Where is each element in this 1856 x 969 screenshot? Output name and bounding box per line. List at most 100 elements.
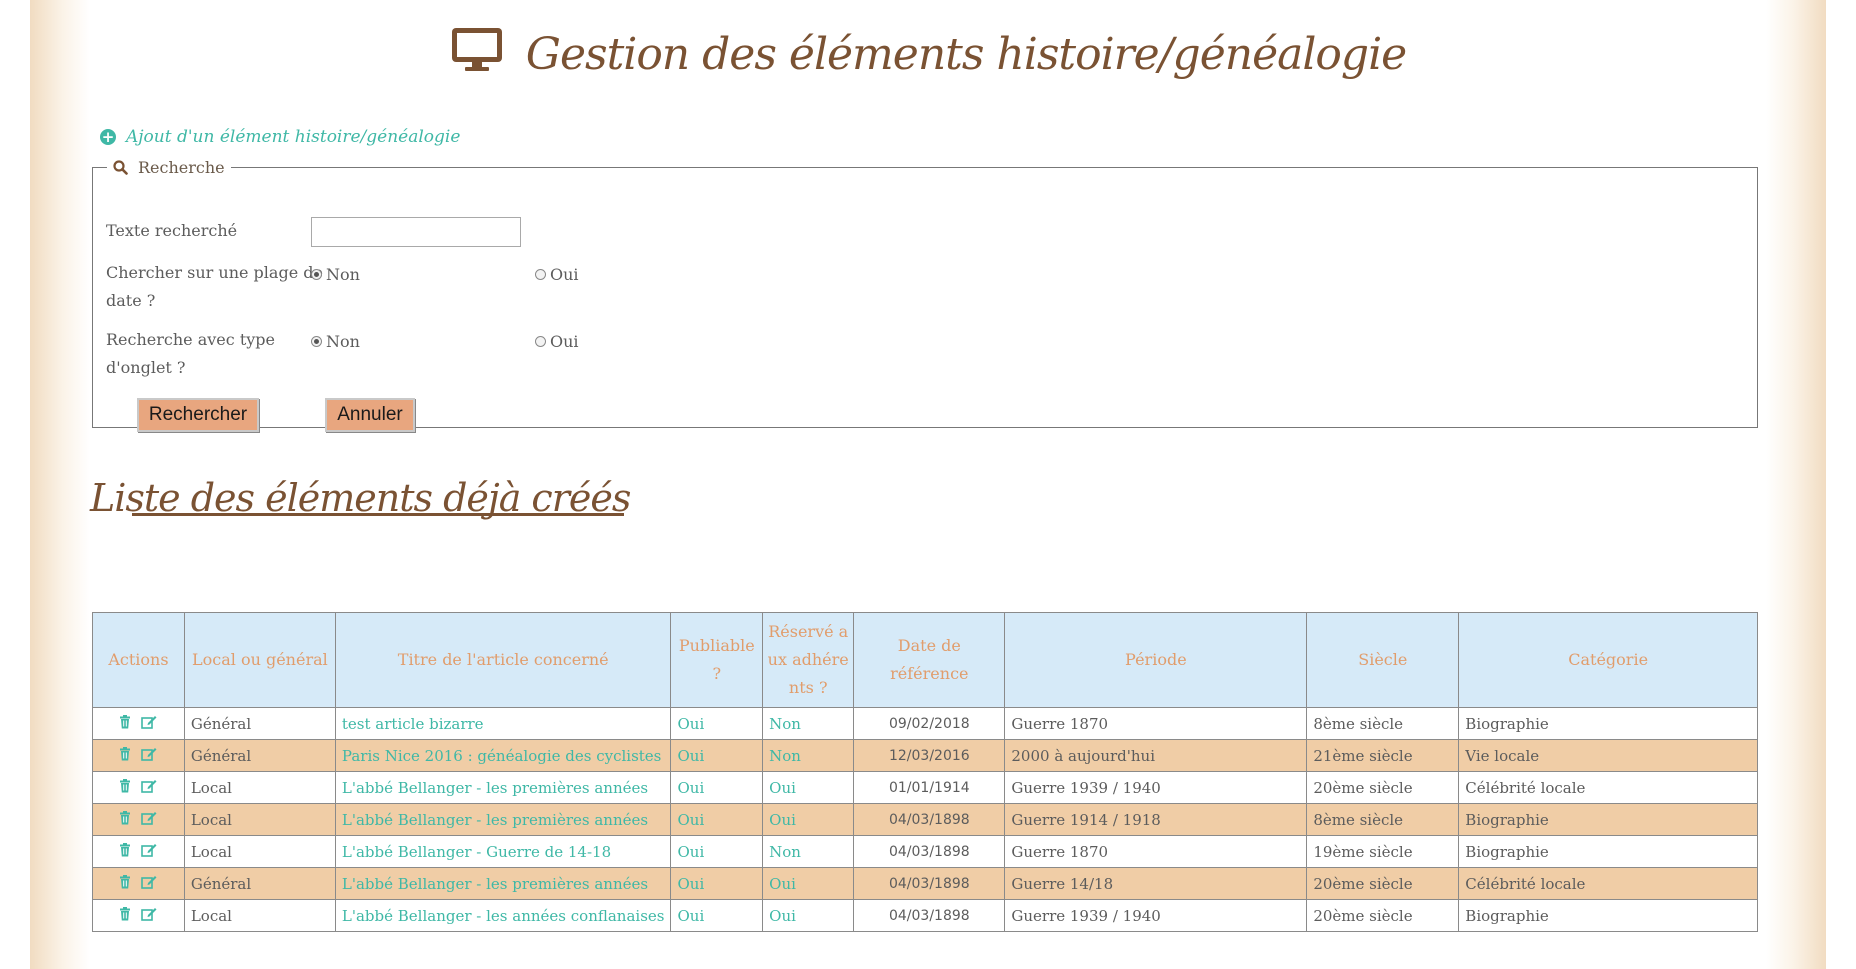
date-range-radio-yes[interactable]: Oui [535, 265, 579, 284]
trash-icon[interactable] [119, 811, 131, 829]
trash-icon[interactable] [119, 907, 131, 925]
cell-date: 01/01/1914 [853, 771, 1006, 804]
page-title-text: Gestion des éléments histoire/généalogie [525, 29, 1407, 80]
search-text-input[interactable] [311, 217, 521, 247]
cell-century: 20ème siècle [1306, 867, 1460, 900]
cell-date: 12/03/2016 [853, 739, 1006, 772]
edit-icon[interactable] [141, 747, 157, 765]
search-cancel-button[interactable]: Annuler [325, 398, 415, 432]
tab-type-radio-yes[interactable]: Oui [535, 332, 579, 351]
col-header-title: Titre de l'article concerné [334, 612, 672, 708]
cell-scope: Général [183, 739, 336, 772]
col-header-actions: Actions [92, 612, 185, 708]
cell-publishable: Oui [670, 771, 764, 804]
edit-icon[interactable] [141, 811, 157, 829]
row-actions [92, 803, 185, 836]
edit-icon[interactable] [141, 779, 157, 797]
cell-reserved: Oui [762, 899, 855, 932]
cell-period: Guerre 1914 / 1918 [1004, 803, 1308, 836]
cell-century: 19ème siècle [1306, 835, 1460, 868]
cell-publishable: Oui [670, 739, 764, 772]
edit-icon[interactable] [141, 715, 157, 733]
cell-date: 04/03/1898 [853, 867, 1006, 900]
cell-date: 04/03/1898 [853, 899, 1006, 932]
cell-scope: Général [183, 707, 336, 740]
date-range-no-label: Non [326, 265, 360, 284]
tab-type-no-label: Non [326, 332, 360, 351]
col-header-publishable: Publiable ? [670, 612, 764, 708]
col-header-category: Catégorie [1458, 612, 1758, 708]
cell-period: Guerre 1939 / 1940 [1004, 899, 1308, 932]
cell-date: 09/02/2018 [853, 707, 1006, 740]
cell-publishable: Oui [670, 707, 764, 740]
tab-type-radio-no[interactable]: Non [311, 332, 360, 351]
page-title: Gestion des éléments histoire/généalogie [0, 26, 1856, 83]
row-actions [92, 867, 185, 900]
table-row: Local L'abbé Bellanger - les premières an… [92, 803, 1758, 836]
row-actions [92, 771, 185, 804]
search-legend: Recherche [107, 158, 231, 177]
cell-category: Célébrité locale [1458, 867, 1758, 900]
cell-category: Célébrité locale [1458, 771, 1758, 804]
cell-period: Guerre 1939 / 1940 [1004, 771, 1308, 804]
cell-scope: Général [183, 867, 336, 900]
row-actions [92, 835, 185, 868]
trash-icon[interactable] [119, 779, 131, 797]
tab-type-label-line2: d'onglet ? [106, 358, 186, 377]
radio-dot [535, 269, 546, 280]
trash-icon[interactable] [119, 747, 131, 765]
cell-reserved: Non [762, 739, 855, 772]
plus-circle-icon: + [100, 128, 116, 146]
cell-century: 20ème siècle [1306, 899, 1460, 932]
cell-category: Biographie [1458, 803, 1758, 836]
cell-title-link[interactable]: L'abbé Bellanger - les premières années [334, 771, 672, 804]
search-submit-button[interactable]: Rechercher [137, 398, 259, 432]
cell-scope: Local [183, 899, 336, 932]
cell-title-link[interactable]: test article bizarre [334, 707, 672, 740]
cell-title-link[interactable]: Paris Nice 2016 : généalogie des cyclist… [334, 739, 672, 772]
cell-reserved: Oui [762, 771, 855, 804]
cell-title-link[interactable]: L'abbé Bellanger - les années conflanais… [334, 899, 672, 932]
edit-icon[interactable] [141, 875, 157, 893]
edit-icon[interactable] [141, 843, 157, 861]
add-element-link[interactable]: + Ajout d'un élément histoire/généalogie [100, 127, 460, 147]
cell-century: 21ème siècle [1306, 739, 1460, 772]
cell-publishable: Oui [670, 899, 764, 932]
table-row: Local L'abbé Bellanger - les premières an… [92, 771, 1758, 804]
cell-publishable: Oui [670, 867, 764, 900]
trash-icon[interactable] [119, 715, 131, 733]
row-actions [92, 739, 185, 772]
cell-title-link[interactable]: L'abbé Bellanger - les premières années [334, 803, 672, 836]
desktop-monitor-icon [450, 26, 504, 83]
col-header-period: Période [1004, 612, 1308, 708]
cell-publishable: Oui [670, 835, 764, 868]
cell-category: Biographie [1458, 707, 1758, 740]
date-range-label-line2: date ? [106, 291, 156, 310]
list-section-title: Liste des éléments déjà créés [90, 476, 631, 520]
trash-icon[interactable] [119, 843, 131, 861]
table-header-row: Actions Local ou général Titre de l'arti… [92, 612, 1758, 708]
col-header-reserved: Réservé a ux adhére nts ? [762, 612, 855, 708]
table-row: Local L'abbé Bellanger - les années confl… [92, 899, 1758, 932]
cell-title-link[interactable]: L'abbé Bellanger - les premières années [334, 867, 672, 900]
cell-century: 8ème siècle [1306, 707, 1460, 740]
row-actions [92, 707, 185, 740]
cell-reserved: Oui [762, 803, 855, 836]
cell-date: 04/03/1898 [853, 835, 1006, 868]
cell-reserved: Oui [762, 867, 855, 900]
table-row: Général L'abbé Bellanger - les premières … [92, 867, 1758, 900]
trash-icon[interactable] [119, 875, 131, 893]
radio-dot-selected [311, 269, 322, 280]
cell-title-link[interactable]: L'abbé Bellanger - Guerre de 14-18 [334, 835, 672, 868]
title-underline [132, 513, 625, 516]
date-range-radio-no[interactable]: Non [311, 265, 360, 284]
cell-century: 20ème siècle [1306, 771, 1460, 804]
edit-icon[interactable] [141, 907, 157, 925]
page: Gestion des éléments histoire/généalogie… [0, 0, 1856, 969]
radio-dot [535, 336, 546, 347]
table-body: Général test article bizarre Oui Non 09/02/2… [92, 707, 1758, 932]
cell-category: Biographie [1458, 899, 1758, 932]
date-range-label-line1: Chercher sur une plage de [106, 263, 323, 282]
row-actions [92, 899, 185, 932]
col-header-century: Siècle [1306, 612, 1460, 708]
